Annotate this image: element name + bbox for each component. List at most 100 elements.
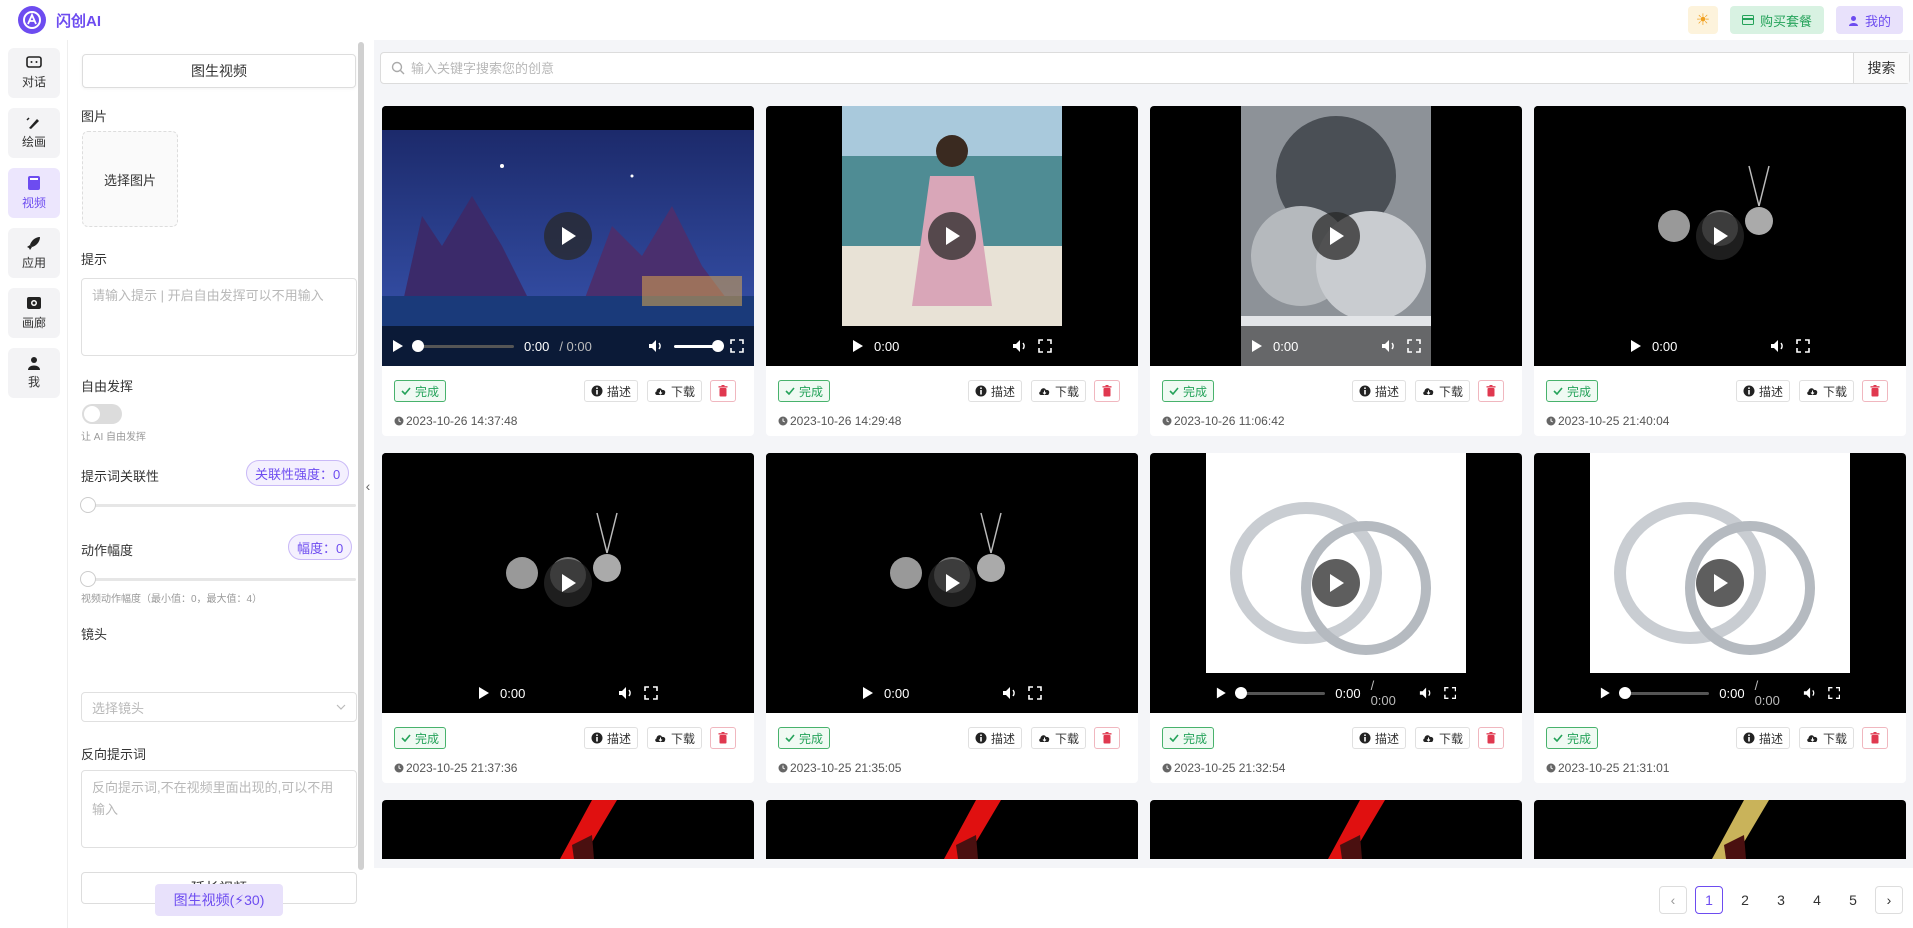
volume-icon[interactable] bbox=[1419, 686, 1433, 700]
video-card[interactable] bbox=[1534, 800, 1906, 859]
progress-bar[interactable] bbox=[412, 339, 514, 352]
describe-button[interactable]: 描述 bbox=[583, 727, 638, 749]
download-button[interactable]: 下载 bbox=[1414, 380, 1470, 402]
fullscreen-icon[interactable] bbox=[1407, 339, 1421, 353]
search-button[interactable]: 搜索 bbox=[1853, 53, 1909, 83]
play-icon[interactable] bbox=[1630, 339, 1642, 353]
play-button[interactable] bbox=[1312, 212, 1360, 260]
play-icon[interactable] bbox=[392, 339, 404, 353]
delete-button[interactable] bbox=[710, 380, 736, 402]
describe-button[interactable]: 描述 bbox=[967, 727, 1022, 749]
play-button[interactable] bbox=[928, 559, 976, 607]
video-player[interactable]: 0:00 bbox=[766, 453, 1138, 713]
video-player[interactable]: 0:00 / 0:00 bbox=[1534, 453, 1906, 713]
volume-icon[interactable] bbox=[1770, 339, 1786, 353]
volume-icon[interactable] bbox=[1012, 339, 1028, 353]
page-4[interactable]: 4 bbox=[1803, 886, 1831, 914]
generate-video-button[interactable]: 图生视频(⚡30) bbox=[155, 884, 283, 916]
play-button[interactable] bbox=[1696, 212, 1744, 260]
video-player[interactable]: 0:00 / 0:00 bbox=[382, 106, 754, 366]
free-mode-toggle[interactable] bbox=[82, 404, 122, 424]
describe-button[interactable]: 描述 bbox=[1735, 380, 1790, 402]
volume-icon[interactable] bbox=[1381, 339, 1397, 353]
page-5[interactable]: 5 bbox=[1839, 886, 1867, 914]
video-player[interactable]: 0:00 bbox=[1534, 106, 1906, 366]
play-button[interactable] bbox=[1696, 559, 1744, 607]
describe-button[interactable]: 描述 bbox=[1351, 727, 1406, 749]
panel-scrollbar[interactable] bbox=[358, 42, 364, 870]
play-button[interactable] bbox=[928, 212, 976, 260]
buy-plan-button[interactable]: 购买套餐 bbox=[1729, 6, 1824, 34]
play-button[interactable] bbox=[1312, 559, 1360, 607]
play-button[interactable] bbox=[544, 212, 592, 260]
play-icon[interactable] bbox=[862, 686, 874, 700]
video-player[interactable]: 0:00 bbox=[766, 106, 1138, 366]
prompt-input[interactable]: 请输入提示 | 开启自由发挥可以不用输入 bbox=[81, 278, 357, 356]
nav-item-draw[interactable]: 绘画 bbox=[8, 108, 60, 158]
fullscreen-icon[interactable] bbox=[1796, 339, 1810, 353]
play-icon[interactable] bbox=[1216, 686, 1227, 700]
nav-item-me[interactable]: 我 bbox=[8, 348, 60, 398]
video-card[interactable] bbox=[766, 800, 1138, 859]
download-button[interactable]: 下载 bbox=[1798, 727, 1854, 749]
app-logo[interactable]: 闪创AI bbox=[18, 6, 101, 34]
download-button[interactable]: 下载 bbox=[1030, 727, 1086, 749]
lens-select[interactable]: 选择镜头 bbox=[81, 692, 357, 722]
play-icon[interactable] bbox=[1251, 339, 1263, 353]
volume-icon[interactable] bbox=[1803, 686, 1817, 700]
describe-button[interactable]: 描述 bbox=[967, 380, 1022, 402]
nav-item-apps[interactable]: 应用 bbox=[8, 228, 60, 278]
play-icon[interactable] bbox=[1600, 686, 1611, 700]
delete-button[interactable] bbox=[710, 727, 736, 749]
prev-page-button[interactable]: ‹ bbox=[1659, 886, 1687, 914]
video-player[interactable]: 0:00 bbox=[382, 453, 754, 713]
page-1[interactable]: 1 bbox=[1695, 886, 1723, 914]
nav-item-chat[interactable]: 对话 bbox=[8, 48, 60, 98]
download-button[interactable]: 下载 bbox=[1798, 380, 1854, 402]
download-button[interactable]: 下载 bbox=[1414, 727, 1470, 749]
fullscreen-icon[interactable] bbox=[1443, 686, 1456, 700]
delete-button[interactable] bbox=[1862, 727, 1888, 749]
fullscreen-icon[interactable] bbox=[1028, 686, 1042, 700]
nav-item-gallery[interactable]: 画廊 bbox=[8, 288, 60, 338]
search-input[interactable] bbox=[381, 53, 1853, 83]
describe-button[interactable]: 描述 bbox=[1351, 380, 1406, 402]
negative-prompt-input[interactable]: 反向提示词,不在视频里面出现的,可以不用输入 bbox=[81, 770, 357, 848]
page-2[interactable]: 2 bbox=[1731, 886, 1759, 914]
download-button[interactable]: 下载 bbox=[1030, 380, 1086, 402]
delete-button[interactable] bbox=[1478, 727, 1504, 749]
fullscreen-icon[interactable] bbox=[1827, 686, 1840, 700]
tab-image-to-video[interactable]: 图生视频 bbox=[82, 54, 356, 88]
video-card[interactable] bbox=[382, 800, 754, 859]
video-player[interactable]: 0:00 / 0:00 bbox=[1150, 453, 1522, 713]
play-icon[interactable] bbox=[478, 686, 490, 700]
my-account-button[interactable]: 我的 bbox=[1835, 6, 1903, 34]
theme-toggle-button[interactable]: ☀ bbox=[1687, 6, 1718, 34]
download-button[interactable]: 下载 bbox=[646, 727, 702, 749]
describe-button[interactable]: 描述 bbox=[583, 380, 638, 402]
next-page-button[interactable]: › bbox=[1875, 886, 1903, 914]
delete-button[interactable] bbox=[1094, 727, 1120, 749]
delete-button[interactable] bbox=[1862, 380, 1888, 402]
volume-slider[interactable] bbox=[674, 339, 724, 352]
choose-image-button[interactable]: 选择图片 bbox=[82, 131, 178, 227]
fullscreen-icon[interactable] bbox=[730, 339, 744, 353]
page-3[interactable]: 3 bbox=[1767, 886, 1795, 914]
video-card[interactable] bbox=[1150, 800, 1522, 859]
volume-icon[interactable] bbox=[618, 686, 634, 700]
volume-icon[interactable] bbox=[648, 339, 664, 353]
relevance-slider[interactable] bbox=[80, 497, 356, 513]
volume-icon[interactable] bbox=[1002, 686, 1018, 700]
video-player[interactable]: 0:00 bbox=[1150, 106, 1522, 366]
progress-bar[interactable] bbox=[1618, 686, 1710, 699]
play-icon[interactable] bbox=[852, 339, 864, 353]
fullscreen-icon[interactable] bbox=[1038, 339, 1052, 353]
motion-slider[interactable] bbox=[80, 571, 356, 587]
describe-button[interactable]: 描述 bbox=[1735, 727, 1790, 749]
progress-bar[interactable] bbox=[1234, 686, 1326, 699]
delete-button[interactable] bbox=[1094, 380, 1120, 402]
play-button[interactable] bbox=[544, 559, 592, 607]
download-button[interactable]: 下载 bbox=[646, 380, 702, 402]
nav-item-video[interactable]: 视频 bbox=[8, 168, 60, 218]
delete-button[interactable] bbox=[1478, 380, 1504, 402]
